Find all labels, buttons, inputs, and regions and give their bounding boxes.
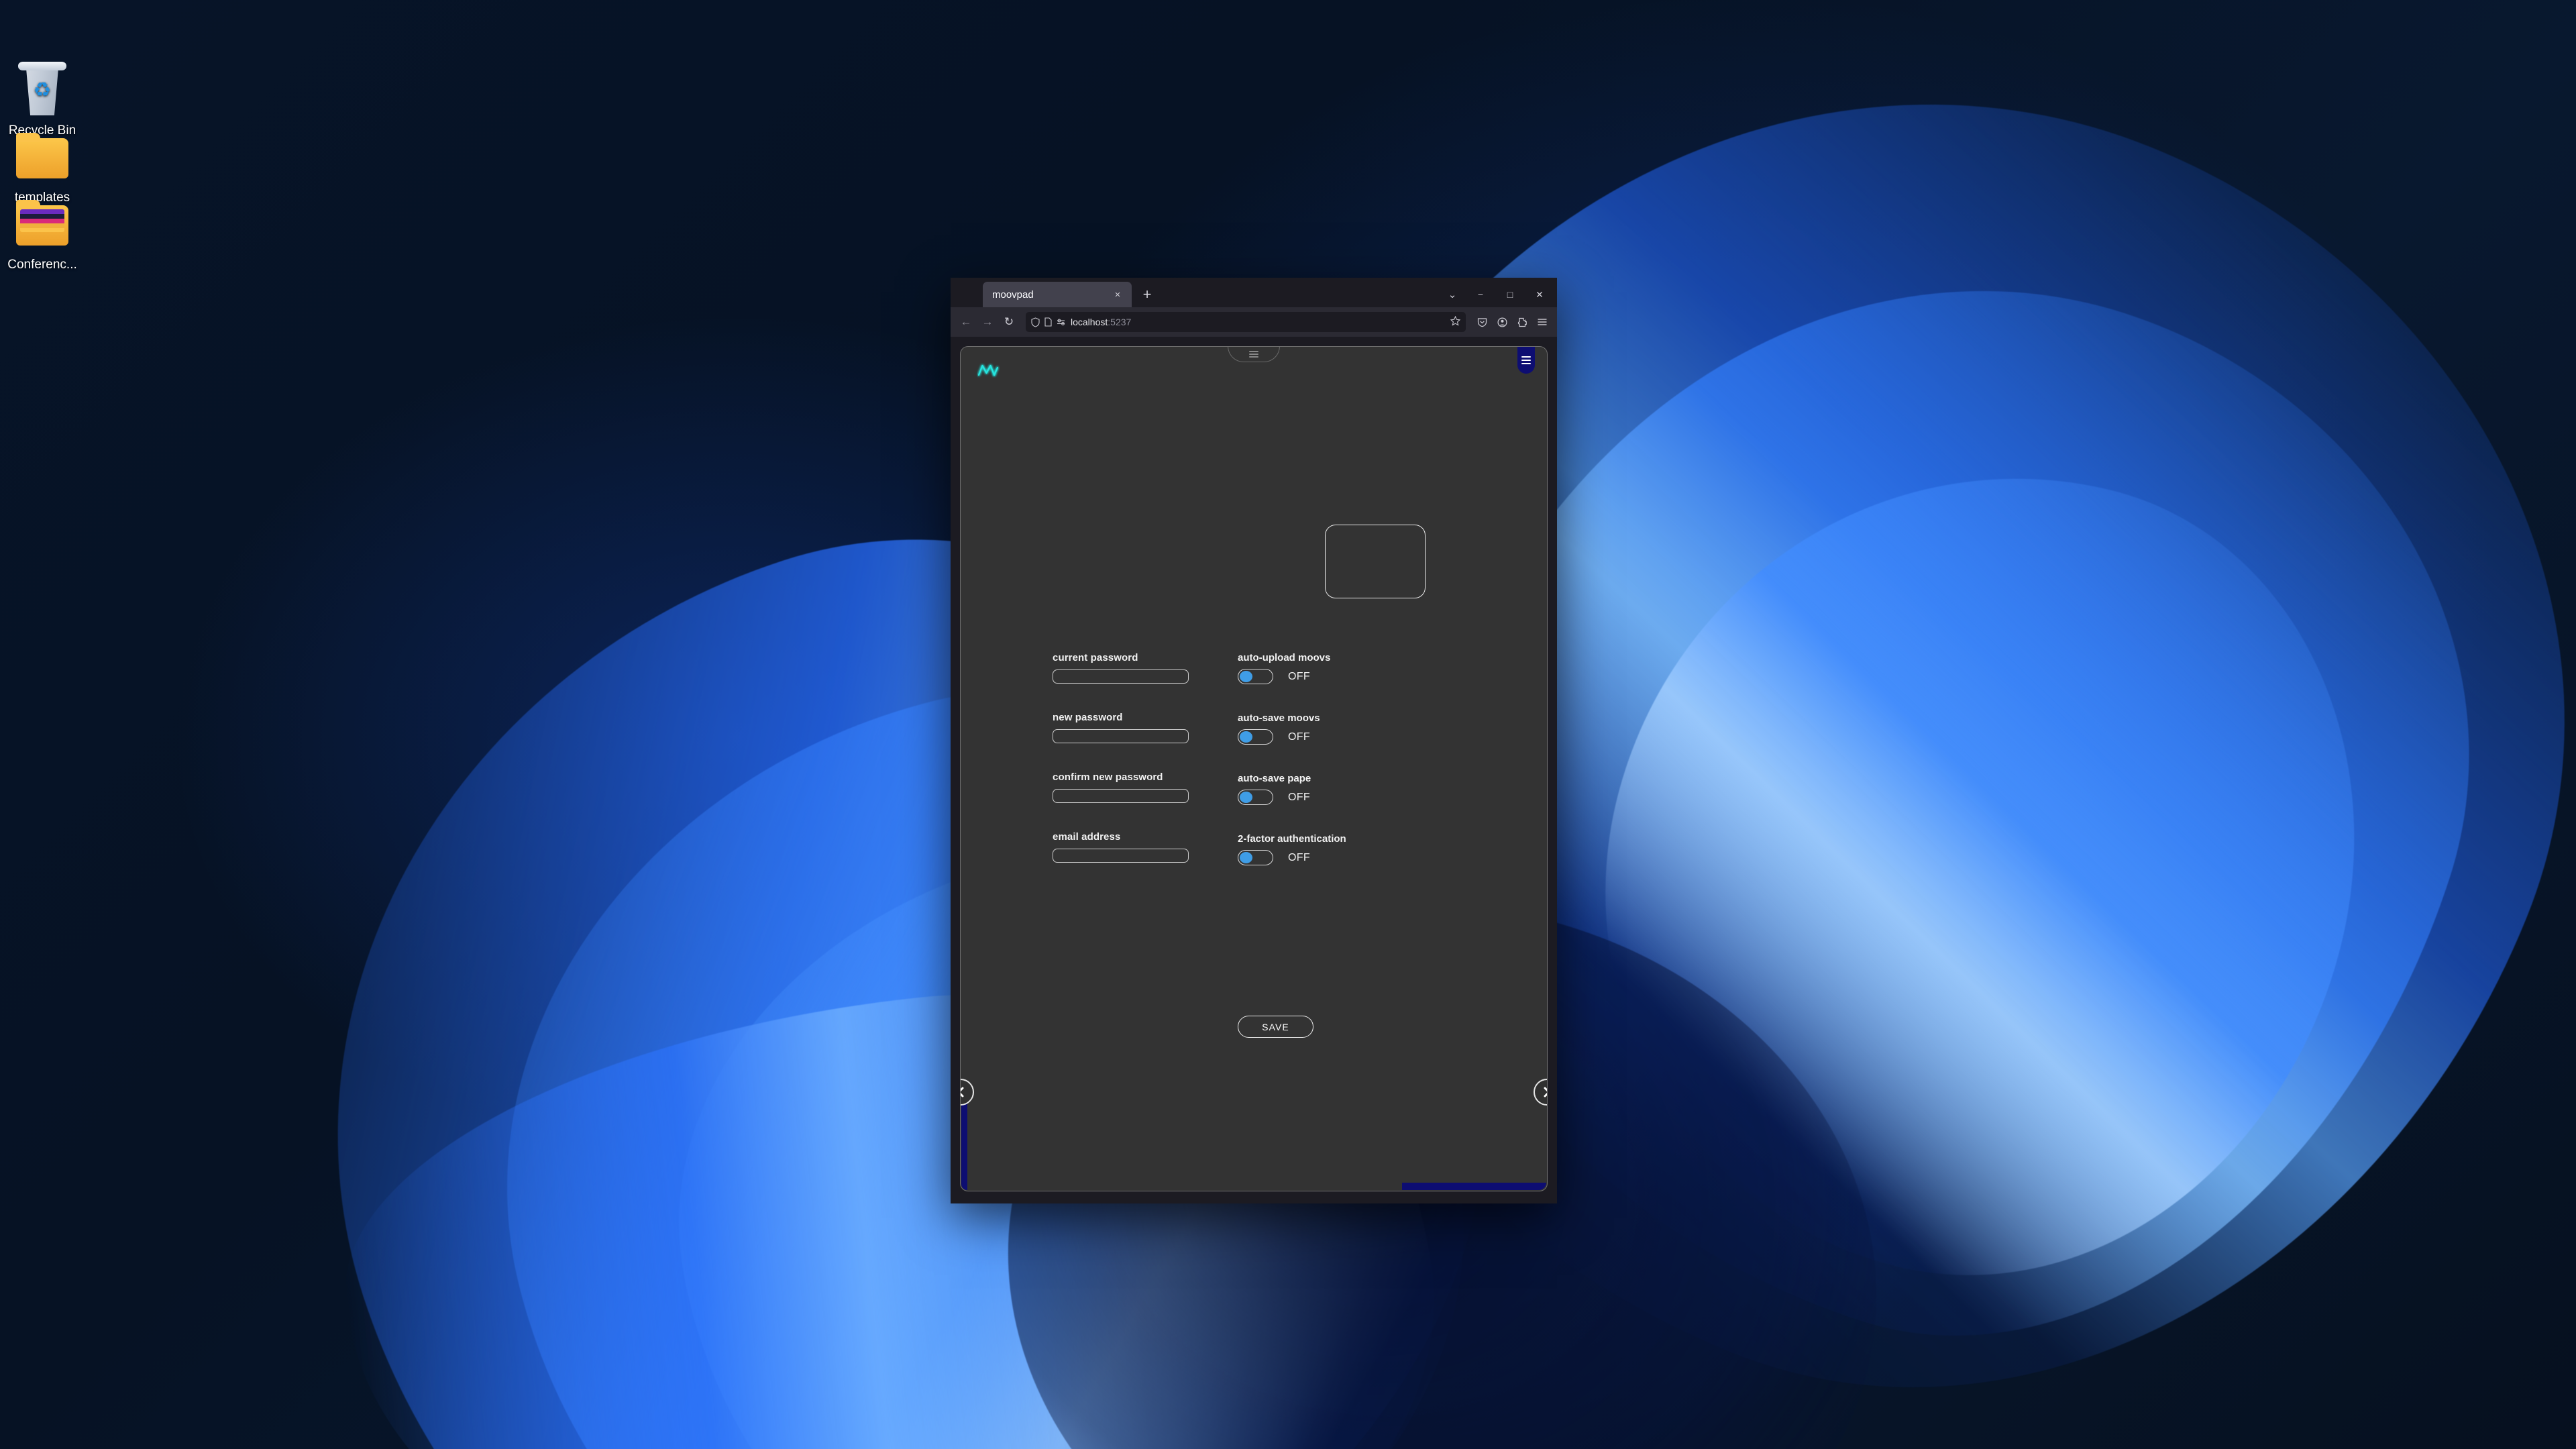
toggle-label: 2-factor authentication [1238, 833, 1346, 845]
bottom-accent-bar [1402, 1183, 1546, 1190]
url-host: localhost [1071, 317, 1108, 327]
permissions-icon[interactable] [1057, 318, 1066, 326]
toggle-label: auto-upload moovs [1238, 652, 1331, 663]
current-password-input[interactable] [1053, 669, 1189, 684]
folder-media-icon [0, 196, 93, 254]
reload-button[interactable]: ↻ [999, 312, 1019, 332]
browser-tab[interactable]: moovpad × [983, 282, 1132, 307]
page-icon[interactable] [1044, 317, 1052, 327]
next-page-button[interactable] [1534, 1079, 1547, 1106]
toggle-auto-upload-moovs: auto-upload moovs OFF [1238, 652, 1547, 684]
panel-drag-handle[interactable] [1228, 347, 1280, 362]
hamburger-icon [1249, 350, 1258, 358]
forward-button[interactable]: → [977, 312, 998, 332]
field-label: current password [1053, 652, 1138, 663]
desktop-icon-recycle-bin[interactable]: ♻ Recycle Bin [0, 62, 93, 139]
toggle-state: OFF [1288, 731, 1310, 743]
toggle-state: OFF [1288, 791, 1310, 803]
field-confirm-new-password: confirm new password [1053, 771, 1226, 803]
browser-viewport: current password new password confirm ne… [951, 337, 1557, 1203]
shield-icon[interactable] [1031, 317, 1040, 327]
toggle-auto-save-pape: auto-save pape OFF [1238, 773, 1547, 805]
minimize-button[interactable]: − [1466, 283, 1495, 306]
url-text: localhost:5237 [1071, 317, 1446, 327]
desktop-icon-templates[interactable]: templates [0, 129, 93, 206]
hamburger-icon [1521, 356, 1531, 365]
browser-navbar: ← → ↻ localhost:5237 [951, 307, 1557, 337]
save-button[interactable]: SAVE [1238, 1016, 1313, 1038]
browser-tabstrip: moovpad × + ⌄ − □ ✕ [951, 278, 1557, 307]
preferences-column: auto-upload moovs OFF auto-save moovs OF… [1226, 652, 1547, 894]
maximize-button[interactable]: □ [1495, 283, 1525, 306]
url-port: :5237 [1108, 317, 1132, 327]
desktop: ♻ Recycle Bin templates Conferenc... moo… [0, 0, 2576, 1449]
new-tab-button[interactable]: + [1137, 284, 1157, 305]
toggle-auto-save-moovs: auto-save moovs OFF [1238, 712, 1547, 745]
toggle-state: OFF [1288, 851, 1310, 863]
back-button[interactable]: ← [956, 312, 976, 332]
field-label: confirm new password [1053, 771, 1163, 783]
new-password-input[interactable] [1053, 729, 1189, 743]
toggle-label: auto-save moovs [1238, 712, 1320, 724]
avatar-placeholder[interactable] [1325, 525, 1426, 598]
browser-window: moovpad × + ⌄ − □ ✕ ← → ↻ localhost:5237… [951, 278, 1557, 1203]
moovpad-logo[interactable] [977, 362, 1000, 378]
email-address-input[interactable] [1053, 849, 1189, 863]
field-label: email address [1053, 831, 1121, 843]
toggle-label: auto-save pape [1238, 773, 1311, 784]
desktop-icon-label: Conferenc... [7, 258, 77, 272]
previous-page-button[interactable] [961, 1079, 974, 1106]
credentials-column: current password new password confirm ne… [961, 652, 1226, 894]
auto-save-moovs-switch[interactable] [1238, 729, 1273, 745]
close-icon[interactable]: × [1110, 287, 1125, 302]
auto-upload-moovs-switch[interactable] [1238, 669, 1273, 684]
settings-form: current password new password confirm ne… [961, 652, 1547, 894]
app-menu-icon[interactable] [1533, 313, 1552, 331]
folder-icon [0, 129, 93, 186]
recycle-bin-icon: ♻ [0, 62, 93, 119]
close-window-button[interactable]: ✕ [1525, 283, 1554, 306]
account-icon[interactable] [1493, 313, 1511, 331]
chevron-down-icon[interactable]: ⌄ [1439, 283, 1466, 306]
confirm-new-password-input[interactable] [1053, 789, 1189, 803]
desktop-icon-conference[interactable]: Conferenc... [0, 196, 93, 273]
star-icon[interactable] [1450, 315, 1461, 328]
field-new-password: new password [1053, 712, 1226, 743]
extensions-icon[interactable] [1513, 313, 1532, 331]
tab-title: moovpad [992, 288, 1034, 301]
toggle-state: OFF [1288, 670, 1310, 682]
field-label: new password [1053, 712, 1123, 723]
address-bar[interactable]: localhost:5237 [1026, 312, 1466, 332]
field-current-password: current password [1053, 652, 1226, 684]
moovpad-app: current password new password confirm ne… [960, 346, 1548, 1191]
two-factor-authentication-switch[interactable] [1238, 850, 1273, 865]
field-email-address: email address [1053, 831, 1226, 863]
save-row: SAVE [961, 1016, 1547, 1038]
app-menu-button[interactable] [1517, 347, 1535, 374]
auto-save-pape-switch[interactable] [1238, 790, 1273, 805]
pocket-icon[interactable] [1472, 313, 1491, 331]
toggle-two-factor-authentication: 2-factor authentication OFF [1238, 833, 1547, 865]
